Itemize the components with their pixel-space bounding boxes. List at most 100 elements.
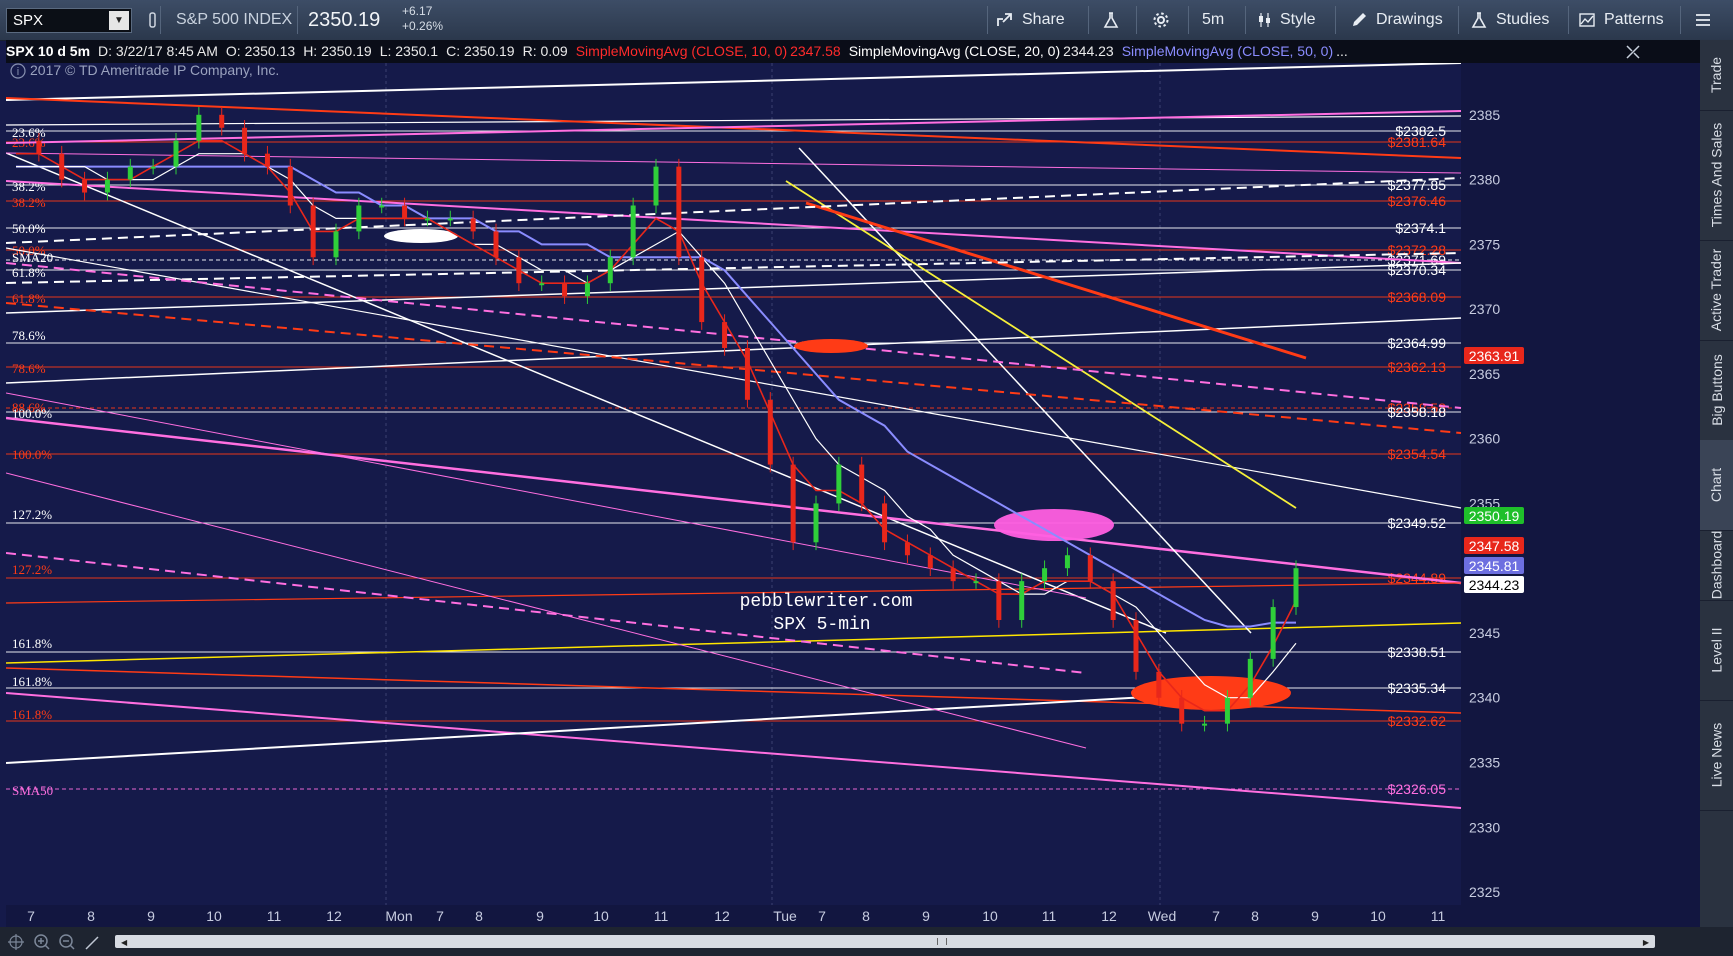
rail-tab-label: Level II: [1708, 627, 1725, 673]
candle-body: [1202, 723, 1208, 726]
candle-body: [447, 218, 453, 221]
price-chart[interactable]: i 2017 © TD Ameritrade IP Company, Inc. $2…: [5, 62, 1700, 927]
patterns-icon: [1579, 13, 1595, 27]
fib-label: 127.2%: [12, 507, 52, 522]
x-tick-label: 9: [1311, 908, 1319, 924]
studies-label: Studies: [1496, 11, 1550, 28]
share-icon: [997, 13, 1012, 26]
x-tick-label: 10: [982, 908, 998, 924]
draw-tool-icon: [85, 936, 99, 950]
symbol-description: S&P 500 INDEX: [176, 11, 293, 28]
candle-body: [1247, 658, 1253, 698]
study-info-bar: SPX 10 d 5m D: 3/22/17 8:45 AM O: 2350.13 H…: [6, 40, 1616, 63]
highlight-ellipse: [794, 339, 868, 353]
right-rail: Trade Times And Sales Active Trader Big But…: [1700, 40, 1733, 930]
highlight-ellipse: [994, 509, 1114, 541]
candle-body: [607, 257, 613, 284]
candle-body: [1179, 697, 1185, 724]
menu-button[interactable]: [1694, 0, 1712, 40]
price-level-label: $2368.09: [1388, 289, 1447, 305]
candle-body: [882, 503, 888, 543]
rail-tab-live-news[interactable]: Live News: [1700, 700, 1733, 811]
zoom-out-icon: [59, 934, 75, 950]
candle-body: [470, 218, 476, 232]
y-tick-label: 2375: [1469, 236, 1500, 252]
candle-body: [539, 283, 545, 286]
price-level-label: $2332.62: [1388, 713, 1447, 729]
x-tick-label: 8: [87, 908, 95, 924]
x-tick-label: 11: [654, 908, 669, 924]
x-tick-label: 10: [206, 908, 222, 924]
x-tick-label: Mon: [385, 908, 412, 924]
rail-tab-big-buttons[interactable]: Big Buttons: [1700, 340, 1733, 441]
rail-tab-times-and-sales[interactable]: Times And Sales: [1700, 110, 1733, 241]
scroll-right-icon[interactable]: ▶: [1643, 938, 1649, 947]
price-level-label: $2364.99: [1388, 335, 1447, 351]
symbol-input[interactable]: SPX ▼: [6, 8, 132, 33]
candle-body: [36, 140, 42, 154]
flask-button[interactable]: [1102, 0, 1120, 40]
x-tick-label: 8: [1251, 908, 1259, 924]
rail-tab-level-ii[interactable]: Level II: [1700, 600, 1733, 701]
candle-body: [973, 581, 979, 584]
candle-body: [242, 127, 248, 154]
x-tick-label: 11: [1042, 908, 1057, 924]
scroll-thumb-grip[interactable]: [937, 938, 947, 945]
share-button[interactable]: Share: [996, 0, 1065, 40]
rail-tab-trade[interactable]: Trade: [1700, 40, 1733, 111]
candle-body: [813, 503, 819, 543]
candle-body: [859, 464, 865, 504]
zoom-tools[interactable]: [8, 933, 104, 951]
price-level-label: $2338.51: [1388, 644, 1447, 660]
sma50-label[interactable]: SimpleMovingAvg (CLOSE, 50, 0): [1122, 43, 1333, 59]
style-button[interactable]: Style: [1256, 0, 1316, 40]
more-studies[interactable]: ...: [1336, 43, 1348, 59]
symbol-dropdown-icon[interactable]: ▼: [109, 11, 129, 30]
highlight-ellipse: [384, 229, 458, 243]
price-tag-label: 2363.91: [1469, 348, 1520, 364]
candle-body: [196, 114, 202, 141]
rail-tab-active-trader[interactable]: Active Trader: [1700, 240, 1733, 341]
fib-label: 100.0%: [12, 447, 52, 462]
flask-icon: [1103, 12, 1119, 28]
rail-tab-dashboard[interactable]: Dashboard: [1700, 530, 1733, 601]
y-tick-label: 2360: [1469, 431, 1500, 447]
price-tag-label: 2344.23: [1469, 577, 1520, 593]
candle-body: [562, 283, 568, 297]
candle-body: [516, 257, 522, 284]
rail-tab-label: Times And Sales: [1708, 122, 1725, 228]
bar-low: L: 2350.1: [379, 43, 439, 59]
candle-body: [653, 166, 659, 206]
candle-body: [996, 581, 1002, 621]
candle-body: [310, 205, 316, 258]
watermark-line1: pebblewriter.com: [740, 592, 913, 612]
y-tick-label: 2330: [1469, 819, 1500, 835]
patterns-button[interactable]: Patterns: [1578, 0, 1664, 40]
fib-label: SMA50: [12, 783, 53, 798]
settings-button[interactable]: [1152, 0, 1170, 40]
copyright-text: 2017 © TD Ameritrade IP Company, Inc.: [30, 63, 279, 78]
timeframe-button[interactable]: 5m: [1202, 0, 1224, 40]
zoom-in-icon: [34, 934, 50, 950]
studies-button[interactable]: Studies: [1470, 0, 1549, 40]
chart-scrollbar[interactable]: ◀ ▶: [115, 935, 1655, 948]
sma20-label[interactable]: SimpleMovingAvg (CLOSE, 20, 0): [849, 43, 1060, 59]
collapse-icon[interactable]: [1624, 43, 1642, 61]
x-tick-label: 7: [436, 908, 444, 924]
candle-body: [82, 179, 88, 193]
gear-icon: [1153, 12, 1169, 28]
scroll-left-icon[interactable]: ◀: [121, 938, 127, 947]
rail-tab-label: Chart: [1708, 467, 1725, 503]
drawings-button[interactable]: Drawings: [1350, 0, 1443, 40]
rail-tab-chart[interactable]: Chart: [1700, 440, 1733, 531]
bar-high: H: 2350.19: [303, 43, 372, 59]
chart-area[interactable]: i 2017 © TD Ameritrade IP Company, Inc. $2…: [5, 62, 1700, 927]
price-level-label: $2335.34: [1388, 680, 1447, 696]
sma10-label[interactable]: SimpleMovingAvg (CLOSE, 10, 0): [576, 43, 787, 59]
candle-body: [1133, 620, 1139, 672]
fib-label: 161.8%: [12, 636, 52, 651]
bar-close: C: 2350.19: [446, 43, 515, 59]
candle-body: [333, 231, 339, 258]
studies-flask-icon: [1471, 12, 1487, 28]
candle-body: [699, 257, 705, 323]
